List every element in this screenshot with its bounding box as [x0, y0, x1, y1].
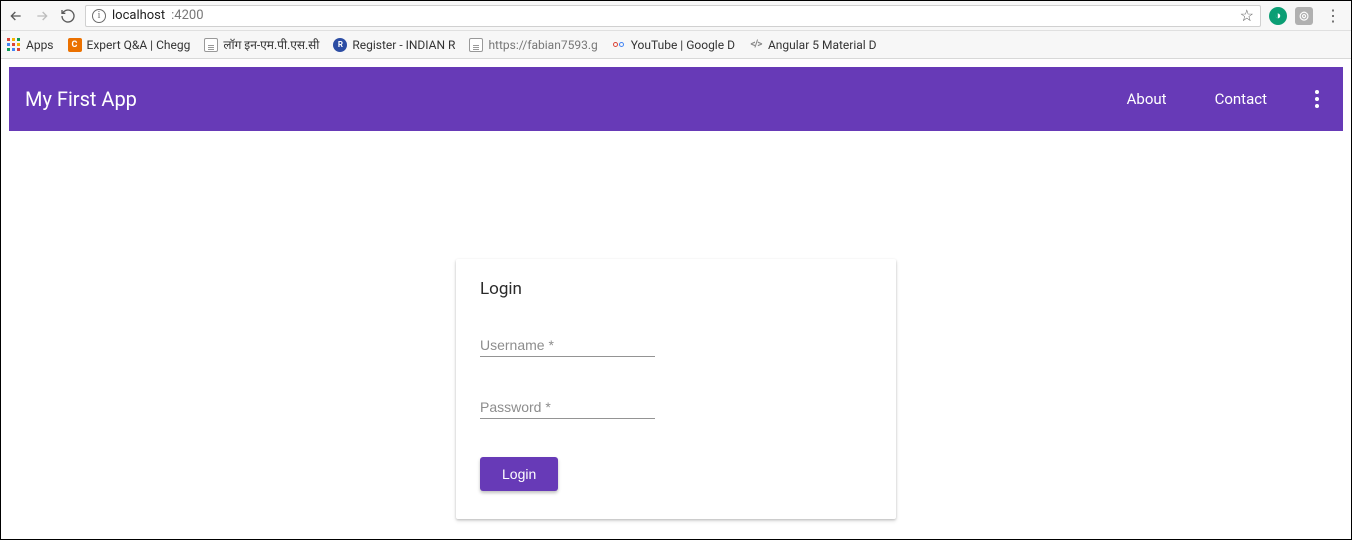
password-input[interactable]: [480, 395, 655, 419]
bookmark-item[interactable]: https://fabian7593.g: [469, 38, 597, 52]
bookmark-star-icon[interactable]: ☆: [1240, 6, 1254, 25]
password-field: [480, 395, 655, 419]
app-title: My First App: [25, 87, 137, 111]
bookmark-item[interactable]: C Expert Q&A | Chegg: [68, 38, 191, 52]
favicon-icon: </>: [749, 38, 763, 52]
nav-about-link[interactable]: About: [1127, 90, 1167, 108]
toolbar-menu-icon[interactable]: [1307, 90, 1327, 108]
favicon-icon: [469, 38, 483, 52]
bookmarks-bar: Apps C Expert Q&A | Chegg लॉग इन-एम.पी.ए…: [1, 31, 1351, 59]
bookmark-item[interactable]: </> Angular 5 Material D: [749, 38, 877, 52]
bookmarks-apps-label: Apps: [26, 38, 54, 52]
app-viewport: My First App About Contact Login Login: [1, 59, 1351, 539]
site-info-icon[interactable]: i: [92, 9, 106, 23]
bookmark-label: Expert Q&A | Chegg: [87, 38, 191, 52]
apps-shortcut[interactable]: Apps: [7, 38, 54, 52]
login-button[interactable]: Login: [480, 457, 558, 491]
browser-toolbar: i localhost :4200 ☆ ◑ ◎ ⋮: [1, 1, 1351, 31]
nav-contact-link[interactable]: Contact: [1215, 90, 1267, 108]
username-field: [480, 333, 655, 357]
bookmark-label: YouTube | Google D: [631, 38, 735, 52]
apps-grid-icon: [7, 38, 21, 52]
bookmark-label: Register - INDIAN R: [352, 38, 455, 52]
bookmark-label: Angular 5 Material D: [768, 38, 877, 52]
url-host: localhost: [112, 8, 165, 23]
chrome-menu-icon[interactable]: ⋮: [1321, 6, 1345, 25]
url-port: :4200: [171, 8, 203, 23]
username-input[interactable]: [480, 333, 655, 357]
favicon-icon: R: [333, 38, 347, 52]
bookmark-item[interactable]: R Register - INDIAN R: [333, 38, 455, 52]
favicon-icon: C: [68, 38, 82, 52]
bookmark-label: https://fabian7593.g: [488, 38, 597, 52]
forward-button[interactable]: [33, 7, 51, 25]
back-button[interactable]: [7, 7, 25, 25]
app-toolbar: My First App About Contact: [9, 67, 1343, 131]
bookmark-label: लॉग इन-एम.पी.एस.सी: [223, 36, 319, 53]
login-heading: Login: [480, 279, 872, 299]
bookmark-item[interactable]: YouTube | Google D: [612, 38, 735, 52]
reload-button[interactable]: [59, 7, 77, 25]
favicon-icon: [612, 38, 626, 52]
login-card: Login Login: [456, 259, 896, 519]
bookmark-item[interactable]: लॉग इन-एम.पी.एस.सी: [204, 36, 319, 53]
address-bar[interactable]: i localhost :4200 ☆: [85, 5, 1261, 27]
extension-icon[interactable]: ◑: [1269, 7, 1287, 25]
extension-icon[interactable]: ◎: [1295, 7, 1313, 25]
favicon-icon: [204, 38, 218, 52]
